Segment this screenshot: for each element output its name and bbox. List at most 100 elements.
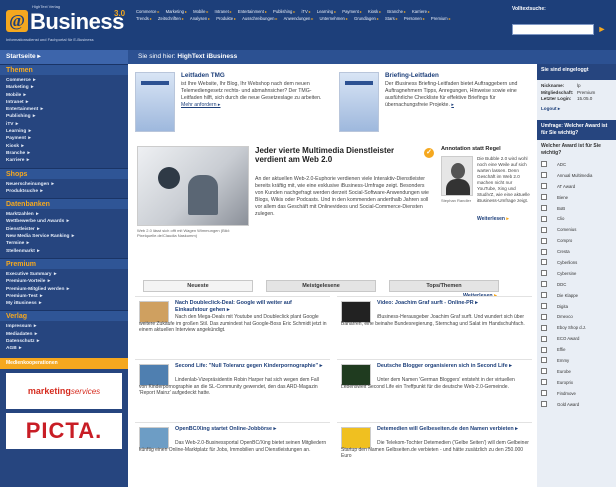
- topnav-link[interactable]: Learning▸: [317, 9, 339, 14]
- topnav-link[interactable]: Personen▸: [404, 16, 428, 21]
- poll-checkbox[interactable]: [541, 313, 547, 320]
- sidebar-item[interactable]: Commerce ▸: [6, 77, 128, 84]
- sidebar-item[interactable]: AGB ▸: [6, 345, 128, 352]
- poll-checkbox[interactable]: [541, 161, 547, 168]
- topnav-link[interactable]: Anwendungen▸: [284, 16, 317, 21]
- sidebar-item[interactable]: Kiosk ▸: [6, 143, 128, 150]
- poll-option[interactable]: Digita: [537, 301, 616, 312]
- topnav-link[interactable]: Commerce▸: [136, 9, 163, 14]
- sidebar-item[interactable]: Mediadaten ▸: [6, 331, 128, 338]
- poll-option[interactable]: Annual Multimedia: [537, 170, 616, 181]
- guide-briefing-cover[interactable]: [339, 72, 379, 132]
- poll-checkbox[interactable]: [541, 259, 547, 266]
- tab-neueste[interactable]: Neueste: [143, 280, 253, 292]
- news-title-link[interactable]: Nach Doubleclick-Deal: Google will weite…: [175, 300, 325, 313]
- poll-option[interactable]: Die Klappe: [537, 290, 616, 301]
- poll-option[interactable]: Eurobe: [537, 366, 616, 377]
- sidebar-item[interactable]: Dienstleister ▸: [6, 226, 128, 233]
- sidebar-item[interactable]: Neuerscheinungen ▸: [6, 181, 128, 188]
- topnav-link[interactable]: Marketing▸: [166, 9, 191, 14]
- topnav-link[interactable]: Stars▸: [385, 16, 401, 21]
- topnav-link[interactable]: Kiosk▸: [368, 9, 384, 14]
- poll-checkbox[interactable]: [541, 205, 547, 211]
- ad-picta[interactable]: PICTA.: [6, 412, 122, 449]
- topnav-link[interactable]: Trends▸: [136, 16, 155, 21]
- poll-option[interactable]: Gold Award: [537, 399, 616, 410]
- topnav-link[interactable]: iTV▸: [301, 9, 313, 14]
- sidebar-item[interactable]: My iBusiness ▸: [6, 300, 128, 307]
- poll-option[interactable]: Cybersine: [537, 268, 616, 279]
- poll-option[interactable]: Effie: [537, 344, 616, 355]
- topnav-link[interactable]: Intranet▸: [215, 9, 235, 14]
- ad-marketingservices[interactable]: marketingservices: [6, 372, 122, 409]
- poll-checkbox[interactable]: [541, 401, 547, 408]
- poll-checkbox[interactable]: [541, 379, 547, 386]
- sidebar-item[interactable]: Wettbewerbe und Awards ▸: [6, 218, 128, 225]
- sidebar-item[interactable]: Termine ▸: [6, 240, 128, 247]
- poll-option[interactable]: AT Award: [537, 181, 616, 192]
- sidebar-item[interactable]: Intranet ▸: [6, 99, 128, 106]
- topnav-link[interactable]: Branche▸: [387, 9, 409, 14]
- poll-checkbox[interactable]: [541, 324, 547, 331]
- poll-checkbox[interactable]: [541, 215, 547, 222]
- sidebar-item[interactable]: Produktsuche ▸: [6, 188, 128, 195]
- sidebar-item[interactable]: Executive Summary ▸: [6, 271, 128, 278]
- sidebar-item[interactable]: New Media Service Ranking ▸: [6, 233, 128, 240]
- sidebar-item[interactable]: Branche ▸: [6, 150, 128, 157]
- search-go-button[interactable]: ►: [596, 24, 608, 35]
- poll-option[interactable]: Eboy Shop d.J.: [537, 322, 616, 333]
- topnav-link[interactable]: Analysen▸: [190, 16, 213, 21]
- poll-checkbox[interactable]: [541, 183, 547, 190]
- sidebar-item[interactable]: Publishing ▸: [6, 113, 128, 120]
- tab-tops-themen[interactable]: Tops/Themen: [389, 280, 499, 292]
- sidebar-item[interactable]: Karriere ▸: [6, 157, 128, 164]
- topnav-link[interactable]: Produkte▸: [216, 16, 239, 21]
- topnav-link[interactable]: Entertainment▸: [238, 9, 270, 14]
- guide-tmg-title[interactable]: Leitfaden TMG: [181, 72, 225, 79]
- guide-tmg-more-link[interactable]: Mehr anfordern ▸: [181, 102, 221, 108]
- poll-option[interactable]: Biene: [537, 192, 616, 203]
- topnav-link[interactable]: Zeitschriften▸: [158, 16, 187, 21]
- topnav-link[interactable]: Unternehmen▸: [320, 16, 351, 21]
- guide-tmg-cover[interactable]: [135, 72, 175, 132]
- poll-option[interactable]: Europrix: [537, 377, 616, 388]
- sidebar-item[interactable]: Premium-Vorteile ▸: [6, 278, 128, 285]
- poll-option[interactable]: Cresta: [537, 246, 616, 257]
- poll-checkbox[interactable]: [541, 172, 547, 179]
- logout-link[interactable]: Logout ▸: [541, 106, 560, 111]
- poll-option[interactable]: Compro: [537, 235, 616, 246]
- poll-option[interactable]: BoB: [537, 203, 616, 214]
- news-title-link[interactable]: Detemedien will Gelbeseiten.de den Namen…: [377, 426, 527, 433]
- poll-checkbox[interactable]: [541, 303, 547, 310]
- poll-checkbox[interactable]: [541, 237, 547, 244]
- poll-option[interactable]: ADC: [537, 159, 616, 170]
- sidebar-item[interactable]: Premium-Test ▸: [6, 293, 128, 300]
- feature-title[interactable]: Jeder vierte Multimedia Dienstleister ve…: [255, 146, 415, 164]
- guide-briefing-title[interactable]: Briefing-Leitfaden: [385, 72, 439, 79]
- sidebar-item[interactable]: Premium-Mitglied werden ▸: [6, 286, 128, 293]
- topnav-link[interactable]: Publishing▸: [273, 9, 298, 14]
- sidebar-item[interactable]: Marktzahlen ▸: [6, 211, 128, 218]
- sidebar-item[interactable]: Marketing ▸: [6, 84, 128, 91]
- poll-option[interactable]: Emmy: [537, 355, 616, 366]
- poll-option[interactable]: Clio: [537, 213, 616, 224]
- poll-option[interactable]: Dmexco: [537, 311, 616, 322]
- poll-option[interactable]: Comenius: [537, 224, 616, 235]
- news-title-link[interactable]: OpenBC/Xing startet Online-Jobbörse ▸: [175, 426, 325, 433]
- poll-checkbox[interactable]: [541, 335, 547, 342]
- poll-checkbox[interactable]: [541, 368, 547, 375]
- sidebar-item[interactable]: Entertainment ▸: [6, 106, 128, 113]
- poll-option[interactable]: DDC: [537, 279, 616, 290]
- news-title-link[interactable]: Video: Joachim Graf surft - Online-PR ▸: [377, 300, 527, 307]
- poll-checkbox[interactable]: [541, 390, 547, 397]
- feature-image[interactable]: [137, 146, 249, 226]
- poll-checkbox[interactable]: [541, 346, 547, 353]
- sidebar-item[interactable]: Datenschutz ▸: [6, 338, 128, 345]
- sidebar-item[interactable]: Mobile ▸: [6, 92, 128, 99]
- search-input[interactable]: [512, 24, 594, 35]
- poll-checkbox[interactable]: [541, 248, 547, 255]
- news-title-link[interactable]: Second Life: "Null Toleranz gegen Kinder…: [175, 363, 325, 370]
- poll-checkbox[interactable]: [541, 357, 547, 364]
- poll-option[interactable]: Cyberlions: [537, 257, 616, 268]
- sidebar-item[interactable]: Stellenmarkt ▸: [6, 248, 128, 255]
